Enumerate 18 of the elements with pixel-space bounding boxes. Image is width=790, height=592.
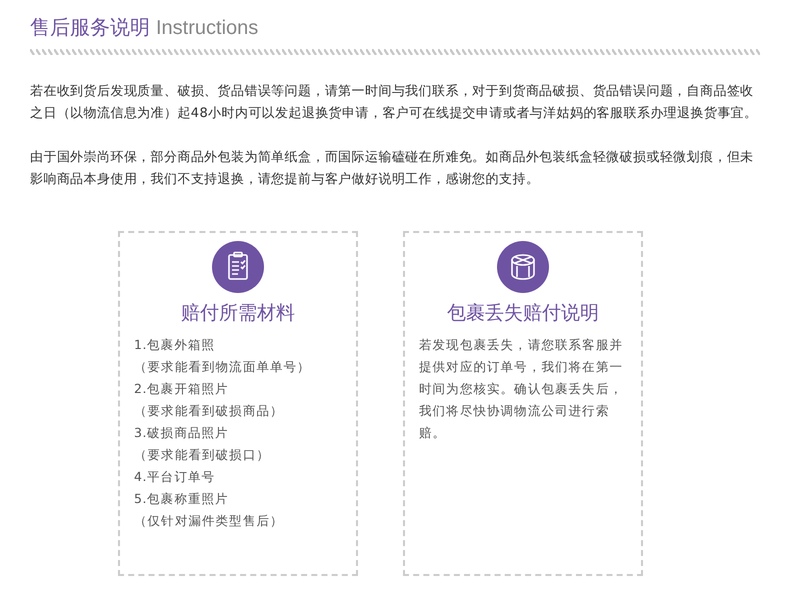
card-title: 包裹丢失赔付说明 — [447, 301, 599, 326]
material-item: 1.包裹外箱照 — [134, 336, 216, 354]
material-item: （要求能看到破损商品） — [134, 402, 285, 420]
material-item: （要求能看到破损口） — [134, 446, 271, 464]
material-item: 4.平台订单号 — [134, 468, 216, 486]
material-item: 3.破损商品照片 — [134, 424, 230, 442]
section-title: 售后服务说明 — [30, 14, 150, 41]
material-item: 5.包裹称重照片 — [134, 490, 230, 508]
clipboard-icon — [212, 241, 264, 293]
card-title: 赔付所需材料 — [181, 301, 295, 326]
notice-paragraph: 若在收到货后发现质量、破损、货品错误等问题，请第一时间与我们联系，对于到货商品破损、货品错误问题，自商品签收之日（以物流信息为准）起48小时内可以发起退换货申请，客户可在线提交申请或者与洋姑妈的客服联系办理退换货事宜。 — [30, 83, 759, 123]
material-item: （仅针对漏件类型售后） — [134, 512, 285, 530]
round-box-icon — [497, 241, 549, 293]
material-item: 2.包裹开箱照片 — [134, 380, 230, 398]
section-subtitle: Instructions — [156, 16, 258, 41]
notice-paragraph: 由于国外崇尚环保，部分商品外包装为简单纸盒，而国际运输磕碰在所难免。如商品外包装纸盒轻微破损或轻微划痕，但未影响商品本身使用，我们不支持退换，请您提前与客户做好说明工作，感谢您的支持。 — [30, 149, 755, 189]
material-item: （要求能看到物流面单单号） — [134, 358, 312, 376]
card-text: 若发现包裹丢失，请您联系客服并提供对应的订单号，我们将在第一时间为您核实。确认包裹丢失后，我们将尽快协调物流公司进行索赔。 — [419, 336, 624, 442]
